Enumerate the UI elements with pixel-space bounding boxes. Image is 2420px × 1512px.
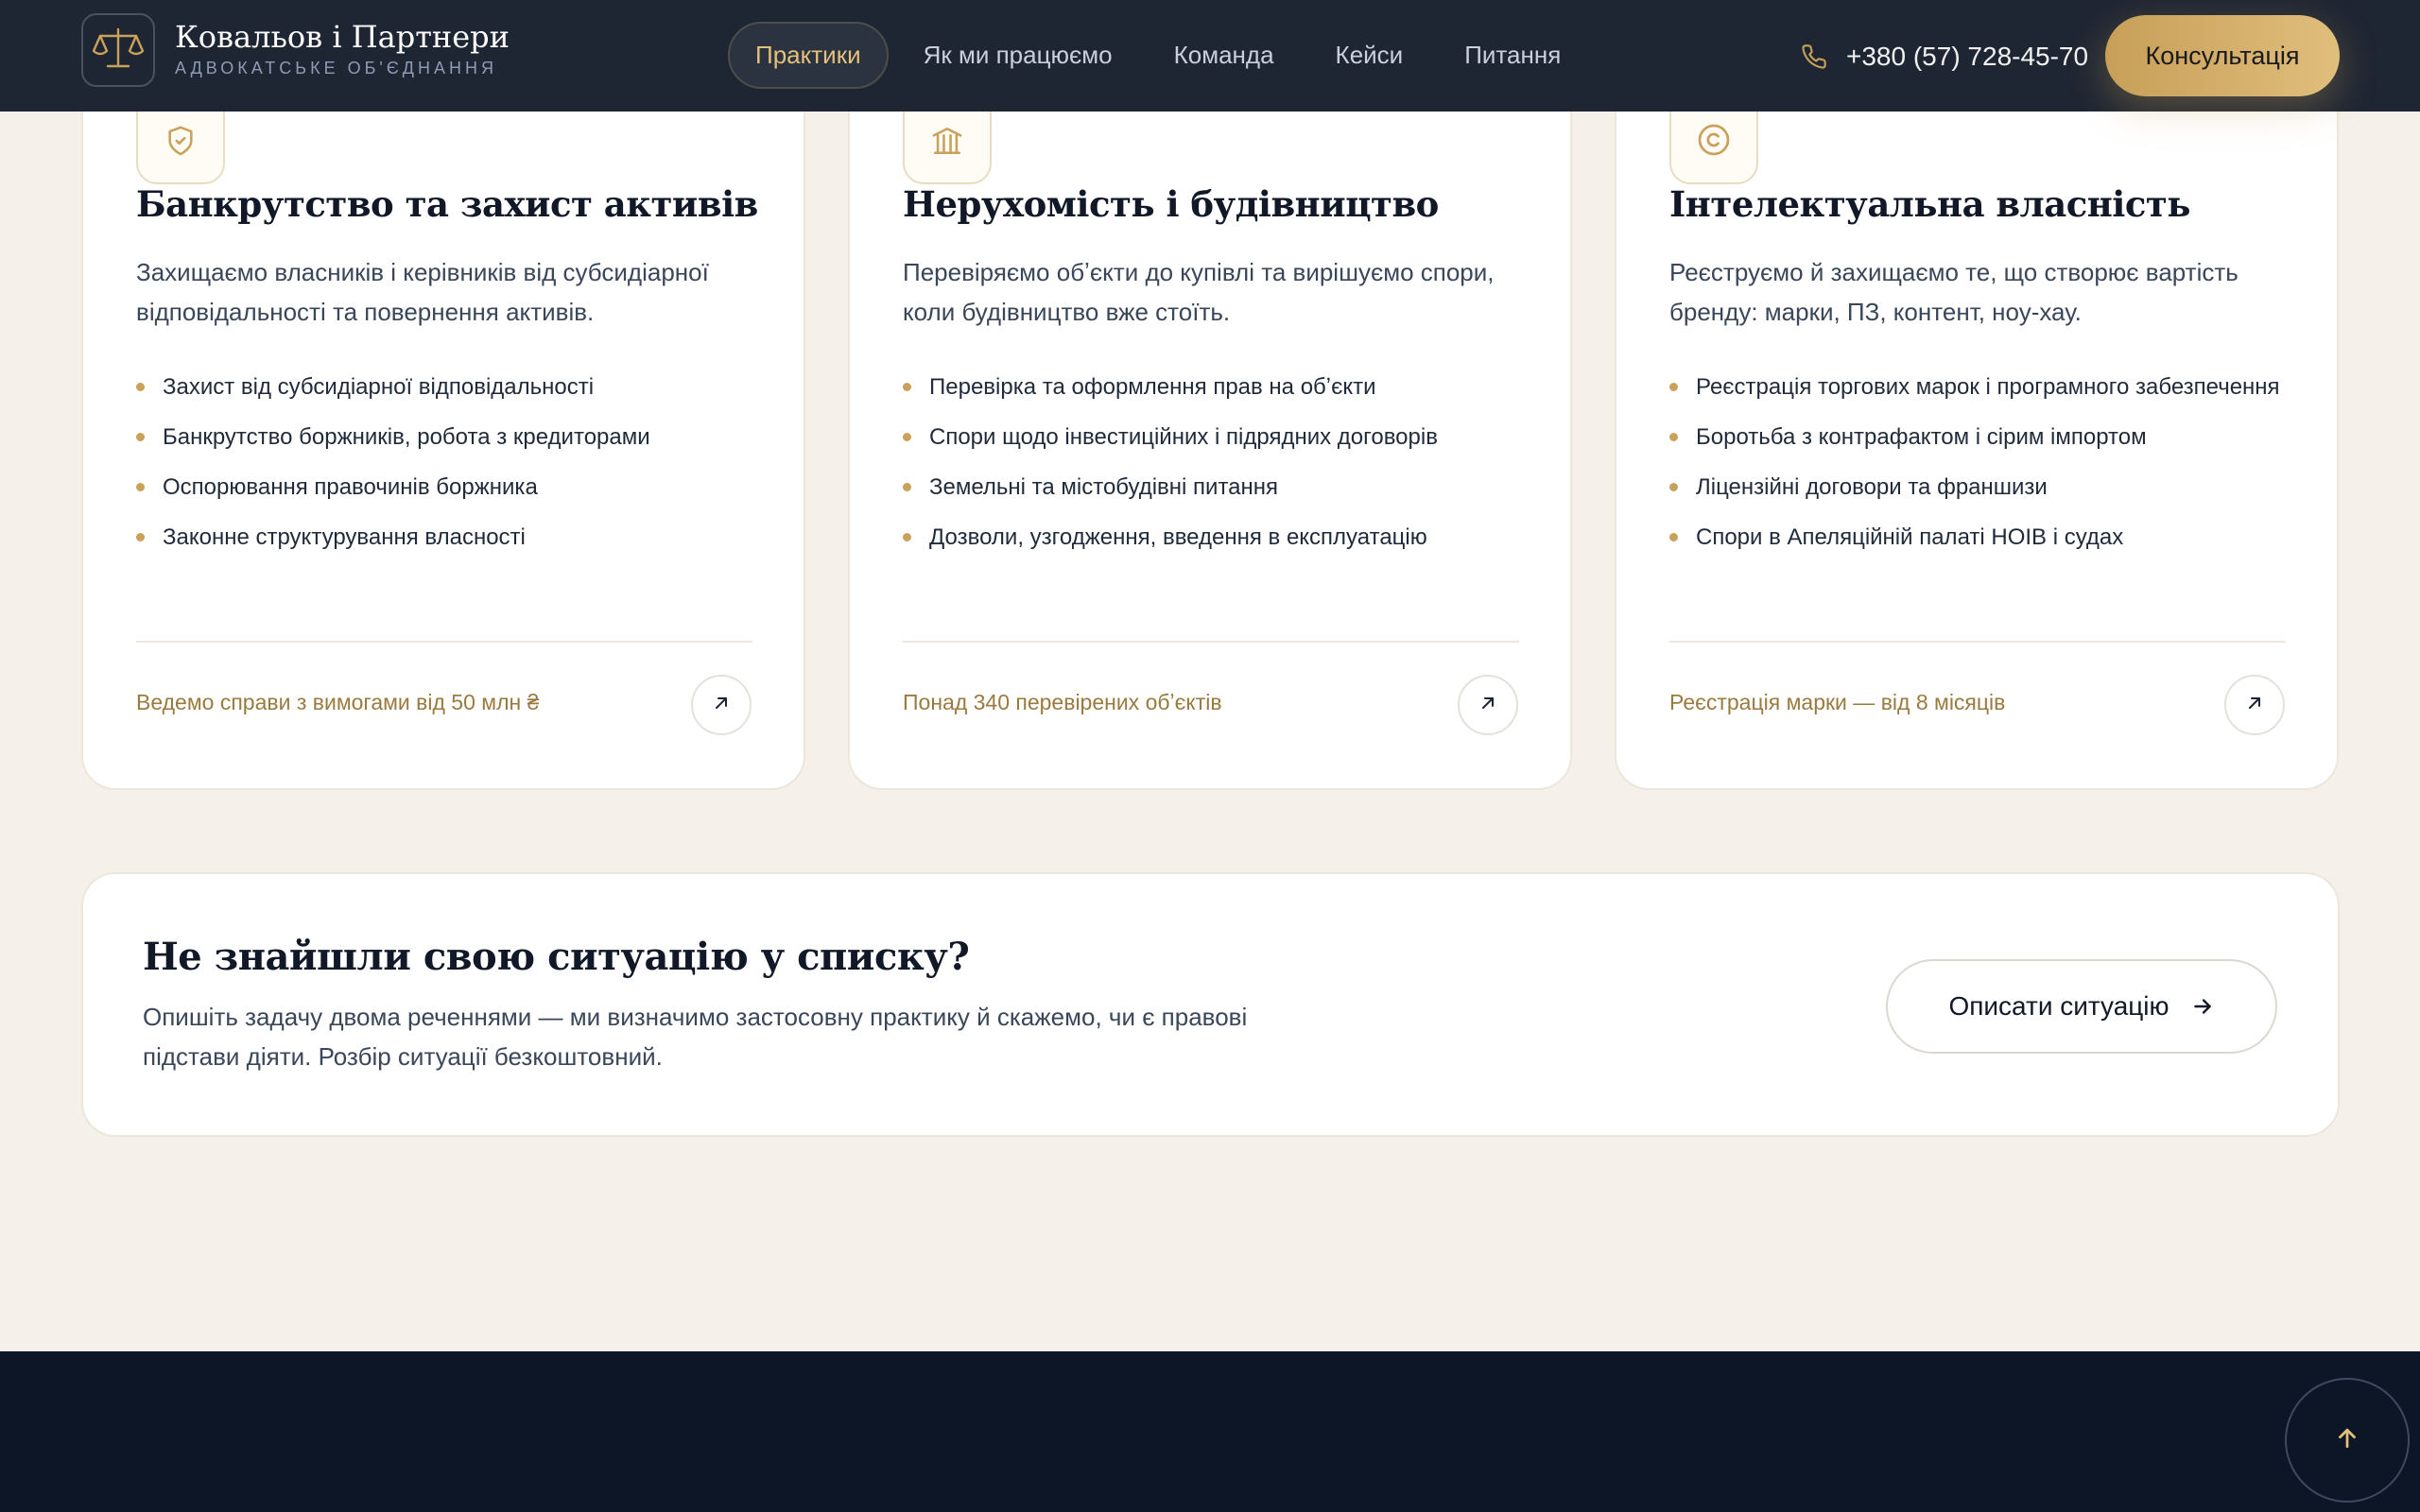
list-item: Реєстрація торгових марок і програмного … <box>1669 370 2293 404</box>
shield-icon <box>164 125 197 162</box>
arrow-up-right-icon <box>1478 694 1497 717</box>
site-footer <box>0 1351 2420 1512</box>
logo[interactable] <box>81 13 155 87</box>
card-divider <box>1669 641 2286 643</box>
card-title: Інтелектуальна власність <box>1669 183 2190 225</box>
card-feature-list: Перевірка та оформлення прав на обʼєкти … <box>903 370 1527 571</box>
card-footer-note: Реєстрація марки — від 8 місяців <box>1669 690 2006 714</box>
list-item: Земельні та містобудівні питання <box>903 471 1527 504</box>
list-item: Спори щодо інвестиційних і підрядних дог… <box>903 421 1527 454</box>
card-title: Нерухомість і будівництво <box>903 183 1439 225</box>
nav-item-team[interactable]: Команда <box>1148 22 1301 89</box>
practice-card-ip: Інтелектуальна власність Реєструємо й за… <box>1615 38 2339 790</box>
card-feature-list: Реєстрація торгових марок і програмного … <box>1669 370 2293 571</box>
practice-card-real-estate: Нерухомість і будівництво Перевіряємо об… <box>848 38 1572 790</box>
phone-icon <box>1801 43 1827 70</box>
building-icon <box>930 125 964 162</box>
card-divider <box>136 641 752 643</box>
arrow-up-right-icon <box>2245 694 2264 717</box>
nav-item-cases[interactable]: Кейси <box>1309 22 1430 89</box>
card-open-button[interactable] <box>1458 675 1518 735</box>
card-description: Перевіряємо обʼєкти до купівлі та вирішу… <box>903 258 1495 326</box>
list-item: Законне структурування власності <box>136 521 760 554</box>
copyright-icon <box>1697 123 1731 162</box>
site-header: Ковальов і Партнери АДВОКАТСЬКЕ ОБ'ЄДНАН… <box>0 0 2420 112</box>
cta-panel: Не знайшли свою ситуацію у списку? Опиші… <box>81 872 2340 1137</box>
card-title: Банкрутство та захист активів <box>136 183 758 225</box>
list-item: Перевірка та оформлення прав на обʼєкти <box>903 370 1527 404</box>
card-description: Захищаємо власників і керівників від суб… <box>136 258 709 326</box>
list-item: Дозволи, узгодження, введення в експлуат… <box>903 521 1527 554</box>
list-item: Оспорювання правочинів боржника <box>136 471 760 504</box>
card-feature-list: Захист від субсидіарної відповідальності… <box>136 370 760 571</box>
nav-item-how-we-work[interactable]: Як ми працюємо <box>897 22 1139 89</box>
arrow-up-icon <box>2333 1424 2361 1457</box>
cta-text: Опишіть задачу двома реченнями — ми визн… <box>143 1003 1248 1071</box>
brand-subtitle: АДВОКАТСЬКЕ ОБ'ЄДНАННЯ <box>175 59 497 77</box>
card-footer-note: Ведемо справи з вимогами від 50 млн ₴ <box>136 690 540 714</box>
list-item: Ліцензійні договори та франшизи <box>1669 471 2293 504</box>
list-item: Боротьба з контрафактом і сірим імпортом <box>1669 421 2293 454</box>
nav-item-faq[interactable]: Питання <box>1438 22 1587 89</box>
list-item: Банкрутство боржників, робота з кредитор… <box>136 421 760 454</box>
scroll-to-top-button[interactable] <box>2285 1378 2410 1503</box>
arrow-up-right-icon <box>712 694 731 717</box>
phone-link[interactable]: +380 (57) 728-45-70 <box>1801 38 2088 76</box>
describe-situation-button[interactable]: Описати ситуацію <box>1886 959 2277 1054</box>
practice-card-bankruptcy: Банкрутство та захист активів Захищаємо … <box>81 38 805 790</box>
consultation-button[interactable]: Консультація <box>2105 15 2340 96</box>
main-nav: Практики Як ми працюємо Команда Кейси Пи… <box>728 22 1596 89</box>
card-open-button[interactable] <box>691 675 752 735</box>
arrow-right-icon <box>2190 994 2215 1019</box>
list-item: Захист від субсидіарної відповідальності <box>136 370 760 404</box>
card-footer-note: Понад 340 перевірених обʼєктів <box>903 690 1222 714</box>
phone-number: +380 (57) 728-45-70 <box>1846 42 2089 71</box>
card-description: Реєструємо й захищаємо те, що створює ва… <box>1669 258 2238 326</box>
nav-item-practices[interactable]: Практики <box>728 22 889 89</box>
brand-title[interactable]: Ковальов і Партнери <box>175 19 510 55</box>
card-open-button[interactable] <box>2224 675 2285 735</box>
scales-icon <box>91 25 146 77</box>
cta-title: Не знайшли свою ситуацію у списку? <box>143 935 970 979</box>
describe-situation-label: Описати ситуацію <box>1948 991 2169 1021</box>
list-item: Спори в Апеляційній палаті НОІВ і судах <box>1669 521 2293 554</box>
card-divider <box>903 641 1519 643</box>
